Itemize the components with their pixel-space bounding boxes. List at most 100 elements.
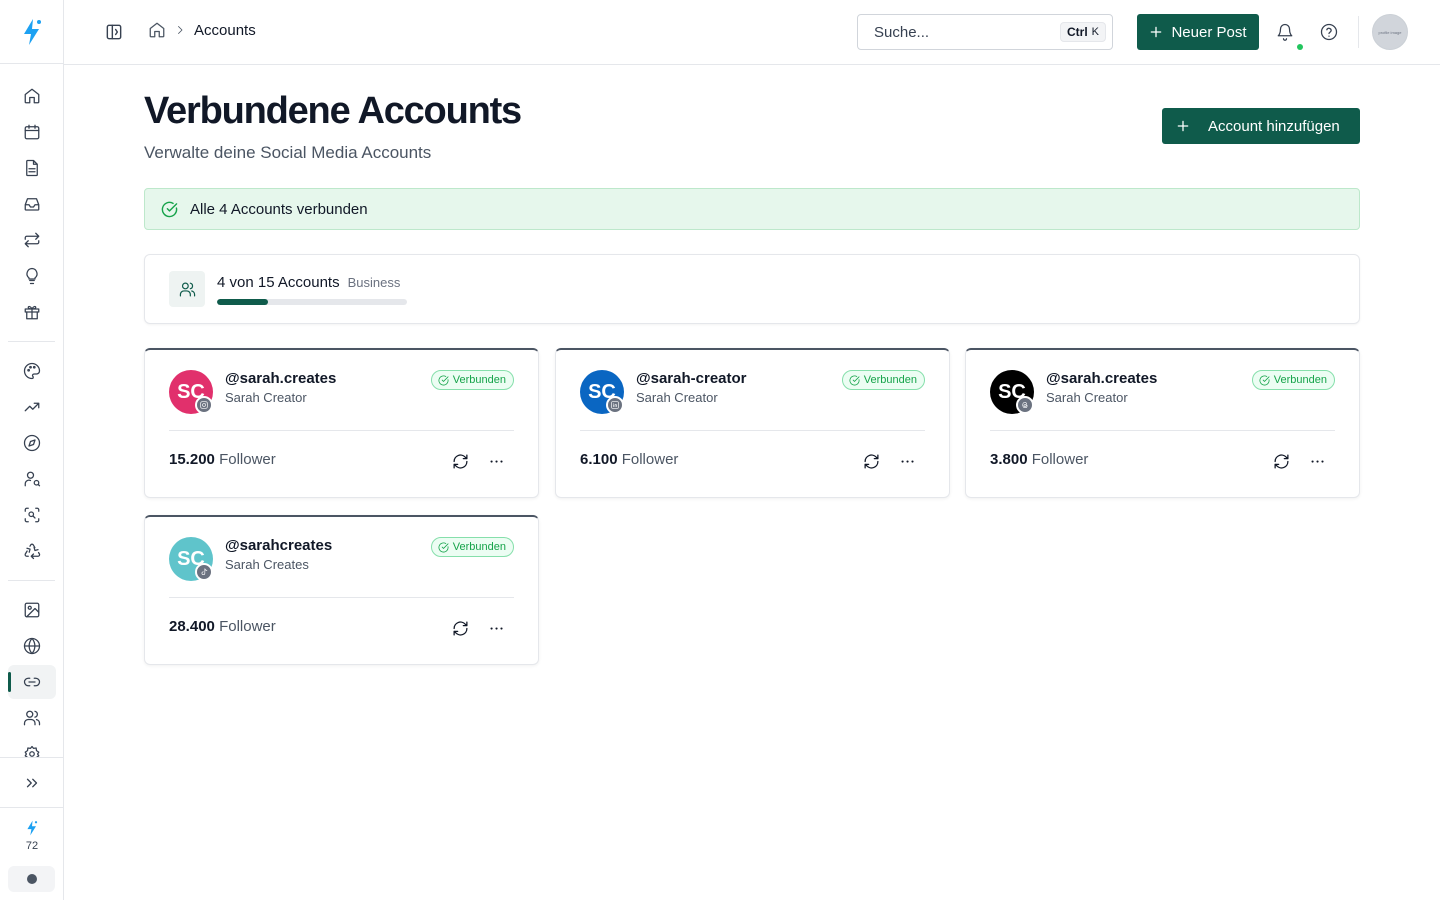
status-badge: Verbunden	[841, 370, 925, 390]
card-divider	[580, 430, 925, 431]
sidebar-divider	[0, 807, 63, 808]
help-circle-icon	[1320, 23, 1338, 41]
account-usage-card: 4 von 15 Accounts Business	[144, 254, 1360, 324]
image-icon	[24, 602, 40, 618]
threads-icon	[1022, 401, 1028, 409]
more-options-button[interactable]	[485, 450, 507, 472]
account-card[interactable]: SC @sarahcreates Sarah Creates Verbunden…	[144, 515, 539, 665]
follower-value: 6.100	[580, 451, 618, 468]
follower-count: 3.800 Follower	[990, 451, 1088, 468]
usage-progress-bar	[217, 299, 407, 305]
sidebar-divider	[8, 341, 55, 342]
linkedin-icon	[611, 401, 619, 409]
status-dot	[26, 874, 37, 884]
add-account-button[interactable]: Account hinzufügen	[1162, 108, 1360, 144]
more-horizontal-icon	[489, 459, 503, 463]
expand-sidebar-button[interactable]	[8, 766, 56, 800]
sidebar-item-repost[interactable]	[8, 223, 56, 257]
user-avatar[interactable]: profile image	[1372, 14, 1408, 50]
usage-summary: 4 von 15 Accounts Business	[217, 274, 400, 291]
logo[interactable]	[0, 0, 64, 64]
account-card[interactable]: SC @sarah.creates Sarah Creator Verbunde…	[965, 348, 1360, 498]
notifications-button[interactable]	[1275, 22, 1295, 42]
sidebar-item-gifts[interactable]	[8, 295, 56, 329]
refresh-icon	[452, 453, 468, 469]
sidebar-item-brand[interactable]	[8, 354, 56, 388]
card-divider	[169, 430, 514, 431]
more-options-button[interactable]	[1306, 450, 1328, 472]
refresh-icon	[863, 453, 879, 469]
sidebar-item-inbox[interactable]	[8, 187, 56, 221]
follower-count: 6.100 Follower	[580, 451, 678, 468]
sidebar-item-accounts[interactable]	[8, 665, 56, 699]
refresh-button[interactable]	[1270, 450, 1292, 472]
inbox-icon	[24, 198, 40, 211]
top-header: Accounts Suche... Ctrl K Neuer Post prof…	[64, 0, 1440, 65]
sidebar-item-media[interactable]	[8, 593, 56, 627]
status-indicator[interactable]	[8, 866, 55, 892]
sidebar-item-analytics[interactable]	[8, 390, 56, 424]
follower-value: 3.800	[990, 451, 1028, 468]
sidebar-item-calendar[interactable]	[8, 115, 56, 149]
help-button[interactable]	[1319, 22, 1339, 42]
page-subtitle: Verwalte deine Social Media Accounts	[144, 143, 432, 162]
plus-icon	[1151, 26, 1162, 38]
account-card[interactable]: SC @sarah.creates Sarah Creator Verbunde…	[144, 348, 539, 498]
status-label: Verbunden	[863, 374, 917, 386]
breadcrumb: Accounts	[148, 21, 256, 39]
usage-icon-box	[169, 271, 205, 307]
status-label: Verbunden	[1273, 374, 1327, 386]
account-card[interactable]: SC @sarah-creator Sarah Creator Verbunde…	[555, 348, 950, 498]
sidebar-item-settings[interactable]	[8, 737, 56, 757]
sidebar-item-audience[interactable]	[8, 462, 56, 496]
home-icon[interactable]	[148, 21, 166, 39]
sidebar-divider	[0, 757, 63, 758]
refresh-icon	[1273, 453, 1289, 469]
check-circle-icon	[1259, 375, 1270, 385]
compass-icon	[23, 434, 41, 452]
refresh-icon	[452, 620, 468, 636]
lightbulb-icon	[26, 267, 38, 285]
search-shortcut: Ctrl K	[1059, 22, 1106, 42]
account-display-name: Sarah Creates	[225, 557, 309, 572]
status-badge: Verbunden	[430, 370, 514, 390]
notification-dot	[1297, 44, 1303, 50]
sidebar-item-team[interactable]	[8, 701, 56, 735]
home-icon	[24, 88, 40, 104]
refresh-button[interactable]	[449, 617, 471, 639]
header-divider	[1358, 16, 1359, 48]
refresh-button[interactable]	[449, 450, 471, 472]
sidebar-item-home[interactable]	[8, 79, 56, 113]
follower-value: 28.400	[169, 618, 215, 635]
more-options-button[interactable]	[485, 617, 507, 639]
check-circle-icon	[438, 542, 449, 552]
sidebar-divider	[8, 580, 55, 581]
credits-counter[interactable]: 72	[0, 820, 64, 852]
threads-badge	[1016, 396, 1034, 414]
instagram-icon	[200, 401, 208, 409]
search-input[interactable]: Suche... Ctrl K	[857, 14, 1113, 50]
link-icon	[23, 677, 41, 687]
follower-label: Follower	[621, 451, 679, 468]
check-circle-icon	[849, 375, 860, 385]
sidebar-item-posts[interactable]	[8, 151, 56, 185]
check-circle-icon	[438, 375, 449, 385]
refresh-button[interactable]	[860, 450, 882, 472]
new-post-button[interactable]: Neuer Post	[1137, 14, 1259, 50]
sidebar-item-recycle[interactable]	[8, 534, 56, 568]
sidebar-item-scan[interactable]	[8, 498, 56, 532]
sidebar-item-web[interactable]	[8, 629, 56, 663]
shortcut-key: K	[1091, 26, 1099, 38]
follower-count: 15.200 Follower	[169, 451, 276, 468]
more-options-button[interactable]	[896, 450, 918, 472]
account-display-name: Sarah Creator	[1046, 390, 1128, 405]
search-placeholder: Suche...	[874, 23, 930, 41]
sidebar-item-ideas[interactable]	[8, 259, 56, 293]
toggle-sidebar-button[interactable]	[104, 22, 124, 42]
linkedin-badge	[606, 396, 624, 414]
sidebar-item-explore[interactable]	[8, 426, 56, 460]
globe-icon	[23, 637, 41, 655]
status-label: Verbunden	[452, 374, 506, 386]
status-badge: Verbunden	[1251, 370, 1335, 390]
card-divider	[169, 597, 514, 598]
